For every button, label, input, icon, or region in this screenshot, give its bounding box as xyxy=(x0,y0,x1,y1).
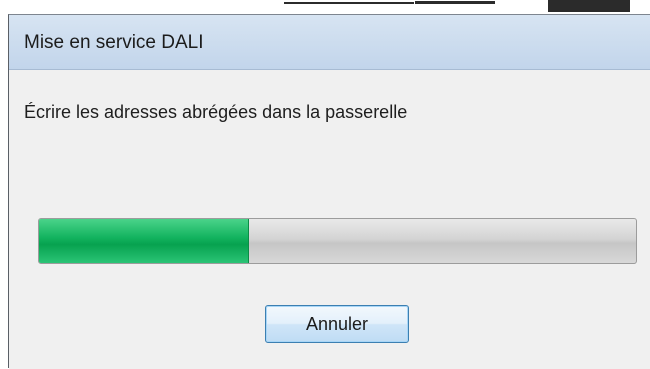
progress-bar xyxy=(38,218,637,264)
title-bar[interactable]: Mise en service DALI xyxy=(9,15,650,70)
progress-dialog: Mise en service DALI Écrire les adresses… xyxy=(8,14,650,369)
status-message: Écrire les adresses abrégées dans la pas… xyxy=(24,102,408,122)
background-window-edge xyxy=(548,0,630,12)
cancel-button[interactable]: Annuler xyxy=(265,305,409,343)
background-window-edge xyxy=(284,2,414,4)
progress-bar-fill xyxy=(39,219,249,263)
dialog-title: Mise en service DALI xyxy=(24,32,204,53)
dialog-body: Écrire les adresses abrégées dans la pas… xyxy=(9,70,650,369)
background-window-edge xyxy=(415,1,495,4)
